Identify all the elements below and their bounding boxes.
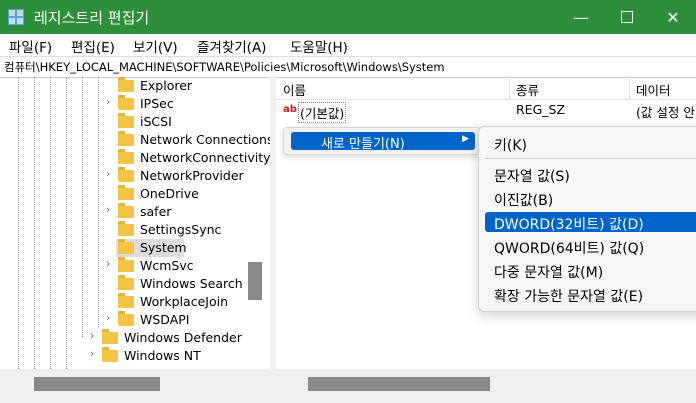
folder-icon [118,221,134,236]
column-header-name[interactable]: 이름 [283,80,306,99]
value-name: (기본값) [298,102,347,123]
folder-icon [118,149,134,164]
submenu-label: 키(K) [494,138,527,154]
new-menu-item[interactable]: 새로 만들기(N) ▶ [291,132,475,152]
tree-vertical-scrollbar-thumb[interactable] [248,262,262,300]
column-header-row: 이름 종류 데이터 [276,77,696,100]
tree-guide [18,77,19,369]
folder-icon [118,239,134,254]
tree-item-label: Network Connections [140,132,270,147]
tree-item-label: Windows Search [140,276,243,291]
submenu-multi-string-value[interactable]: 다중 문자열 값(M) [485,260,696,281]
tree-item-label: WSDAPI [140,312,190,327]
value-data: (값 설정 안 됨) [636,105,696,120]
menu-help[interactable]: 도움말(H) [290,36,348,56]
minimize-button[interactable]: — [558,0,604,34]
value-type: REG_SZ [516,102,566,117]
table-row[interactable]: ab (기본값) REG_SZ (값 설정 안 됨) [276,101,696,123]
folder-icon [118,113,134,128]
folder-icon [118,311,134,326]
tree-horizontal-scrollbar-thumb[interactable] [34,377,160,391]
folder-icon [118,275,134,290]
tree-guide [34,77,35,369]
tree-item-label: safer [140,204,172,219]
submenu-expandable-string-value[interactable]: 확장 가능한 문자열 값(E) [485,284,696,305]
tree-item-label: WorkplaceJoin [140,294,229,309]
chevron-right-icon[interactable]: › [106,167,116,180]
tree-item-label: IPSec [140,96,174,111]
tree-item-label: WcmSvc [140,258,194,273]
tree-item-label: NetworkProvider [140,168,244,183]
new-menu-label: 새로 만들기(N) [321,137,405,152]
tree-item-label: Explorer [140,78,193,93]
window-title: 레지스트리 편집기 [34,9,150,27]
folder-icon [118,77,134,92]
chevron-right-icon: ▶ [462,134,469,144]
submenu-label: 확장 가능한 문자열 값(E) [494,289,644,305]
folder-icon [118,257,134,272]
chevron-right-icon[interactable]: › [106,311,116,324]
tree-item-label: NetworkConnectivityStatusIndicator [140,150,270,165]
submenu-label: 이진값(B) [494,193,554,209]
chevron-right-icon[interactable]: › [90,329,100,342]
folder-icon [102,347,118,362]
menu-bar: 파일(F) 편집(E) 보기(V) 즐겨찾기(A) 도움말(H) [0,34,696,56]
menu-favorites[interactable]: 즐겨찾기(A) [197,36,266,56]
folder-icon [118,167,134,182]
submenu-label: 다중 문자열 값(M) [494,265,604,281]
folder-icon [118,131,134,146]
submenu-binary-value[interactable]: 이진값(B) [485,188,696,209]
context-menu: 새로 만들기(N) ▶ [283,127,481,155]
menu-separator [485,158,696,159]
title-bar[interactable]: 레지스트리 편집기 — ✕ [0,0,696,34]
folder-icon [118,185,134,200]
new-submenu: 키(K) 문자열 값(S) 이진값(B) DWORD(32비트) 값(D) QW… [478,126,696,312]
tree-item-label: OneDrive [140,186,199,201]
tree-item-label: iSCSI [140,114,172,129]
submenu-qword-value[interactable]: QWORD(64비트) 값(Q) [485,236,696,257]
folder-icon [118,95,134,110]
tree-item-label: Windows Defender [124,330,242,345]
tree-item-label: System [140,240,187,255]
tree-item-label: Windows NT [124,348,201,363]
submenu-dword-value[interactable]: DWORD(32비트) 값(D) [485,212,696,233]
chevron-right-icon[interactable]: › [106,203,116,216]
folder-icon [118,203,134,218]
chevron-right-icon[interactable]: › [106,257,116,270]
address-path: 컴퓨터\HKEY_LOCAL_MACHINE\SOFTWARE\Policies… [4,60,445,74]
tree-guide [66,77,67,369]
close-icon: ✕ [666,7,680,27]
string-value-icon: ab [283,104,297,115]
column-header-type[interactable]: 종류 [516,80,539,99]
regedit-app-icon [8,9,24,25]
minimize-icon: — [573,7,589,27]
folder-icon [118,293,134,308]
column-divider[interactable] [629,77,630,99]
submenu-label: 문자열 값(S) [494,169,570,185]
submenu-key[interactable]: 키(K) [485,133,696,154]
tree-item-label: SettingsSync [140,222,222,237]
maximize-button[interactable] [604,0,650,34]
column-divider[interactable] [509,77,510,99]
address-bar[interactable]: 컴퓨터\HKEY_LOCAL_MACHINE\SOFTWARE\Policies… [0,56,696,78]
menu-file[interactable]: 파일(F) [9,36,52,56]
key-tree[interactable]: Explorer › IPSec iSCSI Network Connectio… [4,77,270,369]
tree-guide [50,77,51,369]
chevron-right-icon[interactable]: › [90,347,100,360]
menu-view[interactable]: 보기(V) [133,36,178,56]
list-horizontal-scrollbar-thumb[interactable] [308,377,490,391]
submenu-label: QWORD(64비트) 값(Q) [494,241,645,257]
tree-guide [98,77,99,327]
tree-guide [82,77,83,337]
maximize-icon [621,11,633,23]
column-header-data[interactable]: 데이터 [636,80,671,99]
menu-edit[interactable]: 편집(E) [71,36,115,56]
chevron-right-icon[interactable]: › [106,95,116,108]
submenu-string-value[interactable]: 문자열 값(S) [485,164,696,185]
folder-icon [102,329,118,344]
submenu-label: DWORD(32비트) 값(D) [494,217,644,233]
close-button[interactable]: ✕ [650,0,696,34]
